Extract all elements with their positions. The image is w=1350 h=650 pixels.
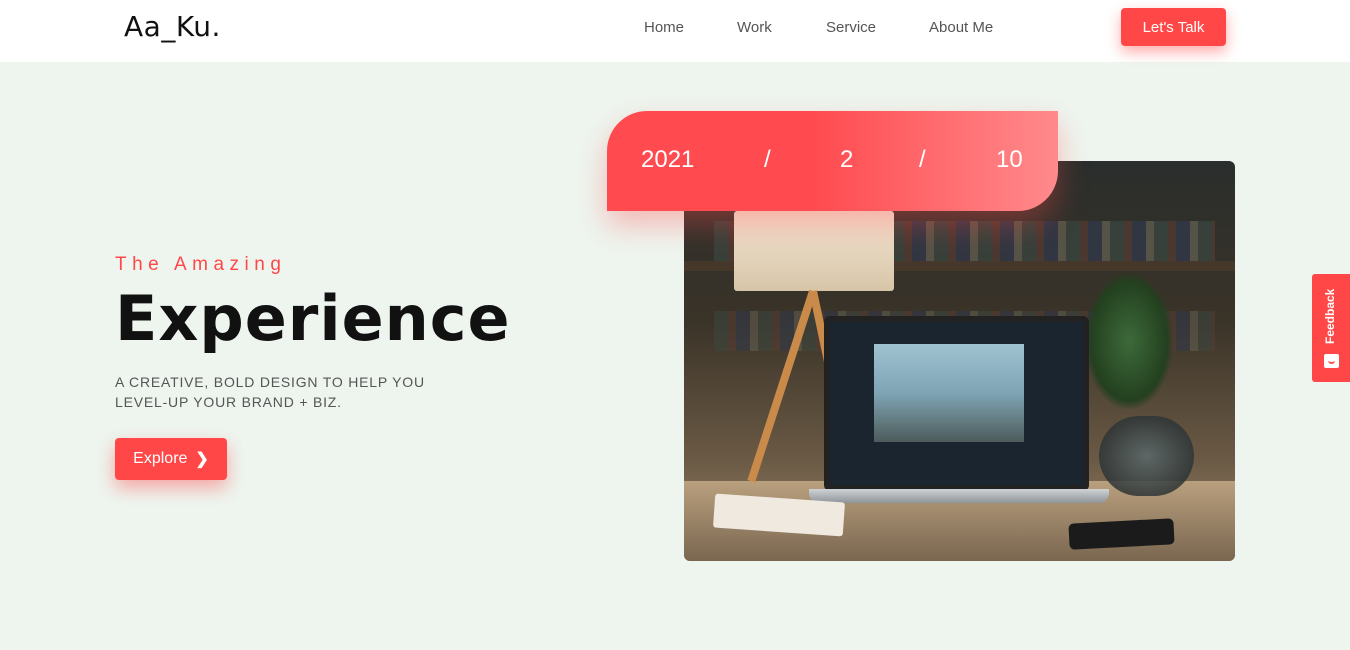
feedback-tab[interactable]: Feedback [1312, 274, 1350, 382]
lets-talk-button[interactable]: Let's Talk [1121, 8, 1226, 46]
explore-button[interactable]: Explore ❯ [115, 438, 227, 480]
date-month: 2 [840, 146, 854, 173]
smiley-icon [1324, 354, 1339, 368]
nav-service[interactable]: Service [826, 19, 876, 36]
explore-label: Explore [133, 450, 188, 467]
phone [1068, 518, 1175, 550]
laptop-screen [824, 316, 1089, 491]
logo[interactable]: Aa_Ku. [124, 10, 221, 43]
feedback-label: Feedback [1323, 288, 1337, 344]
nav-work[interactable]: Work [737, 19, 772, 36]
nav-home[interactable]: Home [644, 19, 684, 36]
hero-tagline: The Amazing [115, 254, 287, 275]
glass-jar [1099, 416, 1194, 496]
hero-headline: Experience [115, 282, 511, 355]
site-header: Aa_Ku. Home Work Service About Me Let's … [0, 0, 1350, 62]
hero-description: A CREATIVE, BOLD DESIGN TO HELP YOU LEVE… [115, 374, 425, 410]
date-year: 2021 [641, 146, 695, 173]
chevron-right-icon: ❯ [195, 451, 209, 468]
plant [1084, 271, 1174, 411]
laptop-base [809, 489, 1109, 503]
date-separator: / [764, 146, 771, 173]
date-day: 10 [996, 146, 1023, 173]
lamp-shade [734, 211, 894, 291]
laptop-screen-image [874, 344, 1024, 442]
date-separator: / [919, 146, 926, 173]
date-banner: 2021 / 2 / 10 [607, 111, 1058, 211]
nav-about-me[interactable]: About Me [929, 19, 993, 36]
hero-photo [684, 161, 1235, 561]
